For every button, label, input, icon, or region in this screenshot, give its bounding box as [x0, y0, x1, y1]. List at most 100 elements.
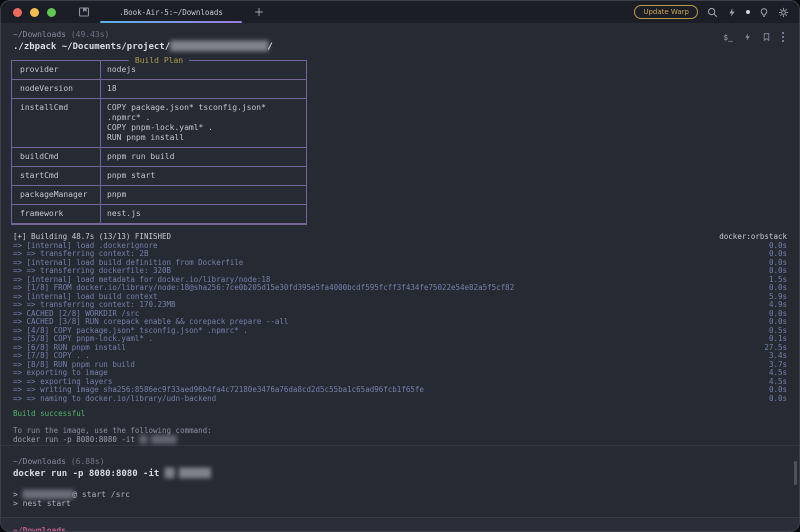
docker-step-line: => => writing image sha256:8586ec9f33aed…	[13, 386, 787, 395]
step-text: => [internal] load build definition from…	[13, 259, 243, 268]
docker-step-line: => [4/8] COPY package.json* tsconfig.jso…	[13, 327, 787, 336]
notification-dot-icon	[746, 10, 750, 14]
build-success-message: Build successful	[13, 409, 787, 418]
settings-gear-icon[interactable]	[778, 7, 789, 18]
step-text: => => transferring context: 170.23MB	[13, 301, 176, 310]
docker-build-header: [+] Building 48.7s (13/13) FINISHED dock…	[13, 233, 787, 242]
bolt-icon[interactable]	[743, 32, 752, 42]
build-plan-row: packageManager pnpm	[12, 186, 306, 205]
redacted-text: ███████	[179, 469, 210, 479]
docker-step-line: => => naming to docker.io/library/udn-ba…	[13, 395, 787, 404]
build-plan-table: Build Plan provider nodejs nodeVersion 1…	[11, 60, 307, 225]
build-plan-value: pnpm start	[100, 167, 161, 185]
docker-step-line: => [1/8] FROM docker.io/library/node:18@…	[13, 284, 787, 293]
redacted-text: █████████████	[23, 490, 73, 499]
command-block-docker-run: ~/Downloads (6.88s) docker run -p 8080:8…	[1, 451, 799, 480]
prompt-line: ~/Downloads (49.43s)	[13, 30, 787, 39]
docker-step-line: => [internal] load build context 5.9s	[13, 293, 787, 302]
step-text: => [4/8] COPY package.json* tsconfig.jso…	[13, 327, 248, 336]
bookmark-icon[interactable]	[762, 32, 771, 42]
search-icon[interactable]	[707, 7, 718, 18]
new-tab-button[interactable]: +	[254, 5, 264, 19]
titlebar: .Book-Air-5:~/Downloads + Update Warp	[1, 1, 799, 23]
nest-start-line: > nest start	[13, 499, 787, 509]
build-plan-value: pnpm	[100, 186, 132, 204]
build-plan-key: startCmd	[12, 167, 100, 185]
step-text: => [internal] load build context	[13, 293, 158, 302]
command-block-zbpack: ~/Downloads (49.43s) ./zbpack ~/Document…	[1, 23, 799, 58]
build-plan-row: startCmd pnpm start	[12, 167, 306, 186]
step-time: 0.0s	[761, 395, 787, 404]
step-text: => exporting to image	[13, 369, 108, 378]
block-actions: $_	[723, 31, 785, 43]
redacted-text: ███████	[151, 435, 176, 444]
prompt-duration: (49.43s)	[71, 30, 110, 39]
close-window-button[interactable]	[13, 8, 22, 17]
docker-build-output: [+] Building 48.7s (13/13) FINISHED dock…	[1, 233, 799, 403]
docker-step-line: => exporting to image 4.5s	[13, 369, 787, 378]
step-text: => [7/8] COPY . .	[13, 352, 90, 361]
redacted-text: ██	[165, 469, 174, 479]
zoom-window-button[interactable]	[47, 8, 56, 17]
build-plan-value: COPY package.json* tsconfig.json* .npmrc…	[100, 99, 306, 147]
build-plan-key: provider	[12, 61, 100, 79]
step-text: => [1/8] FROM docker.io/library/node:18@…	[13, 284, 514, 293]
npm-script-output: > █████████████@ start /src > nest start	[1, 490, 799, 509]
build-plan-key: nodeVersion	[12, 80, 100, 98]
docker-step-line: => => exporting layers 4.5s	[13, 378, 787, 387]
docker-step-line: => [7/8] COPY . . 3.4s	[13, 352, 787, 361]
current-prompt-path: ~/Downloads	[13, 526, 787, 532]
step-text: => => naming to docker.io/library/udn-ba…	[13, 395, 216, 404]
zbpack-command[interactable]: ./zbpack ~/Documents/project/███████████…	[13, 41, 787, 53]
command-text: docker run -p 8080:8080 -it	[13, 469, 159, 479]
prompt-path: ~/Downloads	[13, 457, 66, 466]
update-warp-button[interactable]: Update Warp	[634, 5, 698, 19]
tab-title: .Book-Air-5:~/Downloads	[119, 8, 223, 17]
command-text: ./zbpack ~/Documents/project/	[13, 42, 170, 52]
build-plan-value: pnpm run build	[100, 148, 180, 166]
terminal-tab[interactable]: .Book-Air-5:~/Downloads	[104, 1, 238, 23]
docker-step-line: => [internal] load .dockerignore 0.0s	[13, 242, 787, 251]
step-text: => => transferring context: 2B	[13, 250, 148, 259]
build-plan-key: installCmd	[12, 99, 100, 147]
build-result: Build successful To run the image, use t…	[1, 409, 799, 445]
docker-step-line: => CACHED [2/8] WORKDIR /src 0.0s	[13, 310, 787, 319]
run-command-text: docker run -p 8080:8080 -it	[13, 435, 135, 444]
step-text: => [5/8] COPY pnpm-lock.yaml* .	[13, 335, 153, 344]
build-plan-value: nest.js	[100, 205, 147, 223]
build-plan-row: buildCmd pnpm run build	[12, 148, 306, 167]
command-text-suffix: /	[267, 42, 272, 52]
bookmark-panel-icon[interactable]	[78, 6, 90, 18]
shell-prompt-icon[interactable]: $_	[723, 33, 733, 42]
build-status-line: [+] Building 48.7s (13/13) FINISHED	[13, 233, 171, 242]
step-text: => => exporting layers	[13, 378, 112, 387]
docker-step-line: => [5/8] COPY pnpm-lock.yaml* . 0.1s	[13, 335, 787, 344]
prompt-path: ~/Downloads	[13, 30, 66, 39]
step-text: => => writing image sha256:8586ec9f33aed…	[13, 386, 424, 395]
prompt-line: ~/Downloads (6.88s)	[13, 457, 787, 466]
build-plan-value: 18	[100, 80, 123, 98]
docker-run-command[interactable]: docker run -p 8080:8080 -it ██ ███████	[13, 468, 787, 480]
scrollbar-thumb[interactable]	[794, 461, 797, 485]
build-plan-row: framework nest.js	[12, 205, 306, 224]
docker-step-line: => => transferring context: 170.23MB 4.9…	[13, 301, 787, 310]
step-text: => CACHED [2/8] WORKDIR /src	[13, 310, 139, 319]
build-plan-title: Build Plan	[129, 56, 189, 65]
build-plan-key: buildCmd	[12, 148, 100, 166]
docker-step-line: => [6/8] RUN pnpm install 27.5s	[13, 344, 787, 353]
run-hint: To run the image, use the following comm…	[13, 426, 787, 435]
current-prompt-block[interactable]: ~/Downloads	[1, 517, 799, 532]
step-text: => [8/8] RUN pnpm run build	[13, 361, 135, 370]
ai-lightning-icon[interactable]	[727, 7, 737, 18]
build-plan-row: nodeVersion 18	[12, 80, 306, 99]
build-plan-key: packageManager	[12, 186, 100, 204]
docker-step-line: => [8/8] RUN pnpm run build 3.7s	[13, 361, 787, 370]
redacted-text: ██	[139, 435, 146, 444]
build-plan-key: framework	[12, 205, 100, 223]
suggested-run-command: docker run -p 8080:8080 -it ██ ███████	[13, 435, 787, 445]
lightbulb-icon[interactable]	[759, 7, 769, 18]
docker-step-line: => [internal] load build definition from…	[13, 259, 787, 268]
minimize-window-button[interactable]	[30, 8, 39, 17]
prompt-duration: (6.88s)	[71, 457, 105, 466]
more-options-icon[interactable]	[781, 31, 785, 43]
